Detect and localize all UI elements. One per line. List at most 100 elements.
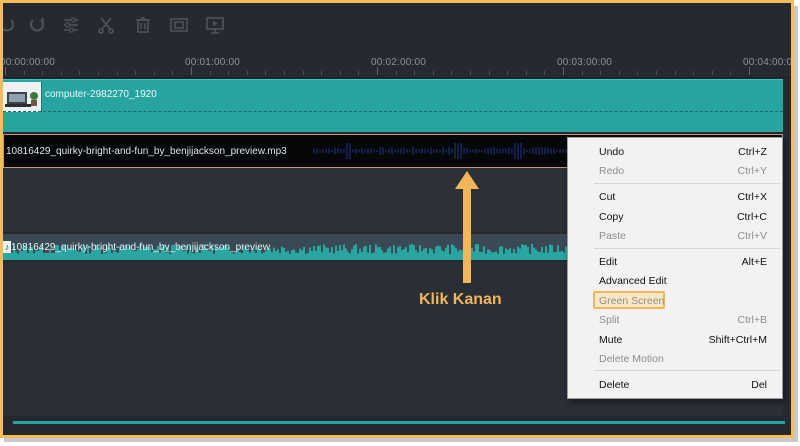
- music-wave-bar: [525, 245, 527, 260]
- music-wave-bar: [303, 246, 305, 260]
- menu-item-delete[interactable]: Delete Del: [568, 376, 782, 394]
- music-wave-bar: [293, 249, 295, 260]
- music-wave-bar: [357, 253, 359, 260]
- timeline-toolbar: [3, 3, 791, 49]
- menu-item-undo[interactable]: Undo Ctrl+Z: [568, 143, 782, 161]
- music-wave-bar: [27, 252, 29, 260]
- redo-icon[interactable]: [25, 13, 49, 37]
- music-wave-bar: [321, 252, 323, 260]
- ruler-tick: [339, 71, 341, 75]
- menu-item-mute[interactable]: Mute Shift+Ctrl+M: [568, 331, 782, 349]
- ruler-tick: [302, 71, 304, 75]
- music-wave-bar: [375, 244, 377, 260]
- ruler-timestamp: 00:03:00:00: [557, 57, 613, 68]
- menu-item-redo[interactable]: Redo Ctrl+Y: [568, 162, 782, 180]
- music-wave-bar: [379, 246, 381, 260]
- ruler-tick: [42, 71, 44, 75]
- cut-icon[interactable]: [94, 13, 118, 37]
- music-wave-bar: [369, 244, 371, 260]
- music-wave-bar: [487, 249, 489, 260]
- music-wave-bar: [385, 251, 387, 260]
- music-wave-bar: [159, 252, 161, 260]
- ruler-tick: [730, 71, 732, 75]
- crop-icon[interactable]: [167, 13, 191, 37]
- ruler-tick: [507, 71, 509, 75]
- menu-item-split[interactable]: Split Ctrl+B: [568, 311, 782, 329]
- music-wave-bar: [315, 250, 317, 260]
- music-wave-bar: [363, 246, 365, 260]
- snapshot-icon[interactable]: [203, 13, 227, 37]
- music-wave-bar: [285, 251, 287, 260]
- video-track-divider: [3, 111, 783, 112]
- timeline-ruler[interactable]: 00:00:00:00 00:01:00:00 00:02:00:00 00:0…: [3, 49, 791, 78]
- music-wave-bar: [403, 248, 405, 260]
- music-wave-bar: [539, 252, 541, 260]
- audio-clip-label: 10816429_quirky-bright-and-fun_by_benjij…: [6, 146, 287, 157]
- ruler-tick: [153, 71, 155, 75]
- music-wave-bar: [255, 252, 257, 260]
- music-wave-bar: [317, 245, 319, 260]
- music-wave-bar: [545, 245, 547, 260]
- menu-item-green-screen[interactable]: Green Screen: [568, 291, 782, 310]
- menu-item-cut[interactable]: Cut Ctrl+X: [568, 188, 782, 206]
- annotation-label: Klik Kanan: [419, 291, 502, 308]
- music-wave-bar: [561, 250, 563, 260]
- music-clip-label: 10816429_quirky-bright-and-fun_by_benjij…: [11, 242, 271, 253]
- music-wave-bar: [501, 246, 503, 260]
- music-wave-bar: [187, 253, 189, 260]
- ruler-tick: [749, 67, 750, 75]
- music-wave-bar: [325, 247, 327, 260]
- timeline-scrollbar[interactable]: [13, 421, 785, 424]
- menu-separator: [594, 248, 780, 249]
- ruler-tick: [172, 71, 174, 75]
- music-wave-bar: [433, 253, 435, 260]
- music-wave-bar: [507, 249, 509, 260]
- menu-item-delete-motion[interactable]: Delete Motion: [568, 350, 782, 368]
- music-wave-bar: [435, 246, 437, 260]
- music-wave-bar: [521, 244, 523, 260]
- music-wave-bar: [291, 249, 293, 260]
- music-wave-bar: [427, 253, 429, 260]
- music-wave-bar: [431, 249, 433, 260]
- music-wave-bar: [559, 251, 561, 260]
- music-wave-bar: [45, 252, 47, 260]
- music-wave-bar: [101, 253, 103, 260]
- music-wave-bar: [199, 252, 201, 260]
- music-wave-bar: [17, 253, 19, 260]
- video-thumbnail: [3, 82, 42, 112]
- video-clip[interactable]: computer-2982270_1920: [3, 79, 783, 132]
- music-wave-bar: [307, 252, 309, 260]
- menu-item-advanced-edit[interactable]: Advanced Edit: [568, 272, 782, 290]
- ruler-tick: [544, 71, 546, 75]
- music-wave-bar: [169, 253, 171, 260]
- ruler-tick: [79, 71, 81, 75]
- music-wave-bar: [449, 253, 451, 260]
- music-wave-bar: [485, 253, 487, 260]
- music-wave-bar: [241, 253, 243, 260]
- music-wave-bar: [551, 245, 553, 260]
- adjust-icon[interactable]: [59, 13, 83, 37]
- undo-icon[interactable]: [3, 13, 19, 37]
- music-wave-bar: [495, 251, 497, 260]
- music-wave-bar: [33, 253, 35, 260]
- ruler-timestamp: 00:02:00:00: [371, 57, 427, 68]
- music-wave-bar: [105, 253, 107, 260]
- music-wave-bar: [305, 253, 307, 260]
- music-wave-bar: [339, 245, 341, 260]
- music-wave-bar: [547, 252, 549, 260]
- ruler-tick: [246, 71, 248, 75]
- music-wave-bar: [419, 245, 421, 260]
- music-wave-bar: [389, 246, 391, 260]
- music-wave-bar: [537, 251, 539, 260]
- music-note-icon: ♪: [3, 241, 11, 253]
- ruler-tick: [377, 67, 378, 75]
- music-wave-bar: [391, 253, 393, 260]
- ruler-tick: [656, 71, 657, 75]
- menu-item-paste[interactable]: Paste Ctrl+V: [568, 227, 782, 245]
- ruler-tick: [116, 71, 118, 75]
- delete-icon[interactable]: [131, 13, 155, 37]
- menu-item-copy[interactable]: Copy Ctrl+C: [568, 208, 782, 226]
- music-wave-bar: [279, 253, 281, 260]
- music-wave-bar: [313, 245, 315, 260]
- menu-item-edit[interactable]: Edit Alt+E: [568, 253, 782, 271]
